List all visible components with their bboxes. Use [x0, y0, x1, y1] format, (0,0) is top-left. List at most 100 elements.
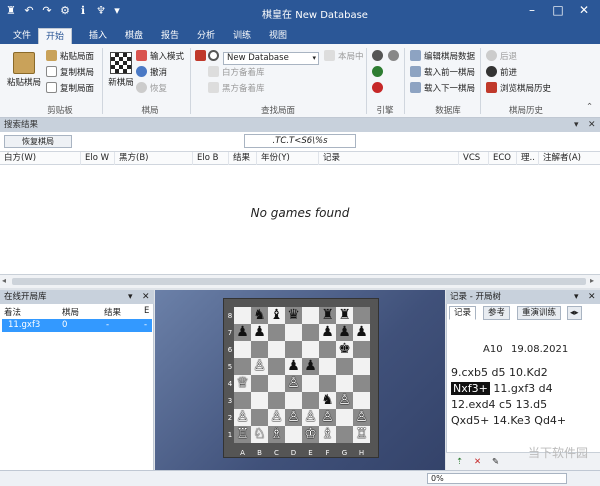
- tab-analysis[interactable]: 分析: [190, 28, 222, 44]
- chess-piece[interactable]: ♟: [234, 324, 251, 341]
- chess-piece[interactable]: ♞: [319, 392, 336, 409]
- board-square[interactable]: [302, 341, 319, 358]
- redo-button[interactable]: 恢复: [136, 82, 167, 97]
- close-icon[interactable]: ✕: [574, 3, 594, 17]
- tab-replay-training[interactable]: 重演训练: [517, 306, 562, 320]
- chess-piece[interactable]: ♜: [319, 307, 336, 324]
- board-square[interactable]: [319, 358, 336, 375]
- chess-piece[interactable]: ♙: [285, 375, 302, 392]
- board-square[interactable]: [336, 375, 353, 392]
- board-square[interactable]: [268, 392, 285, 409]
- history-forward-button[interactable]: 前进: [486, 66, 517, 81]
- board-square[interactable]: [302, 324, 319, 341]
- column-header[interactable]: 注解者(A): [538, 152, 581, 165]
- scroll-right-icon[interactable]: ▸: [590, 276, 594, 285]
- chess-piece[interactable]: ♞: [251, 307, 268, 324]
- chess-piece[interactable]: ♙: [302, 409, 319, 426]
- board-square[interactable]: [319, 375, 336, 392]
- board-square[interactable]: [336, 426, 353, 443]
- edit-game-data-button[interactable]: 编辑棋局数据: [410, 50, 475, 65]
- panel-close-icon[interactable]: ✕: [588, 118, 596, 132]
- pin-icon[interactable]: ♆: [94, 4, 108, 17]
- black-book-button[interactable]: 黑方备着库: [208, 82, 265, 97]
- chess-piece[interactable]: ♙: [336, 392, 353, 409]
- undo-icon[interactable]: ↶: [22, 4, 36, 17]
- load-next-game-button[interactable]: 载入下一棋局: [410, 82, 475, 97]
- chess-piece[interactable]: ♔: [302, 426, 319, 443]
- board-square[interactable]: [285, 392, 302, 409]
- input-mode-button[interactable]: 输入模式: [136, 50, 184, 65]
- column-header[interactable]: 结果: [104, 306, 121, 318]
- tab-scroll-icon[interactable]: ◂▸: [567, 306, 582, 320]
- chess-piece[interactable]: ♘: [251, 426, 268, 443]
- redo-icon[interactable]: ↷: [40, 4, 54, 17]
- board-square[interactable]: [353, 358, 370, 375]
- column-header[interactable]: E: [144, 306, 149, 316]
- chess-piece[interactable]: ♛: [285, 307, 302, 324]
- chess-piece[interactable]: ♟: [336, 324, 353, 341]
- board-square[interactable]: [234, 341, 251, 358]
- chess-piece[interactable]: ♚: [336, 341, 353, 358]
- column-header[interactable]: 白方(W): [0, 152, 36, 165]
- chess-piece[interactable]: ♙: [251, 358, 268, 375]
- board-square[interactable]: [336, 358, 353, 375]
- engine-icon[interactable]: [372, 50, 386, 65]
- board-square[interactable]: [319, 341, 336, 358]
- tab-home[interactable]: 开始: [38, 28, 73, 44]
- tab-view[interactable]: 视图: [262, 28, 294, 44]
- add-move-icon[interactable]: ⇡: [456, 455, 463, 470]
- board-square[interactable]: [268, 358, 285, 375]
- chess-piece[interactable]: ♟: [319, 324, 336, 341]
- column-header[interactable]: ECO: [488, 152, 511, 165]
- tab-notation[interactable]: 记录: [449, 306, 477, 320]
- column-header[interactable]: 黑方(B): [114, 152, 148, 165]
- move-line[interactable]: Qxd5+ 14.Ke3 Qd4+: [451, 414, 566, 427]
- paste-position-button[interactable]: 粘贴局面: [46, 50, 94, 65]
- engine-stop-icon[interactable]: [372, 82, 386, 97]
- board-square[interactable]: [268, 341, 285, 358]
- white-book-button[interactable]: 白方备着库: [208, 66, 265, 81]
- copy-game-button[interactable]: 复制棋局: [46, 66, 94, 81]
- panel-menu-icon[interactable]: ▾: [574, 118, 579, 132]
- board-square[interactable]: [353, 375, 370, 392]
- board-square[interactable]: [336, 409, 353, 426]
- chessboard[interactable]: 8 7 6 5 4 3 2 1 A B C D E F G H ♝ ♛ ♜ ♜ ♞ ♟ ♟ ♟ ♟ ♟ ♚ ♟ ♟ ♞ ♕ ♙ ♙ ♙ ♙ ♙ ♙ ♙ ♙ ♙…: [223, 298, 379, 458]
- board-square[interactable]: [251, 341, 268, 358]
- settings-icon[interactable]: ⚙: [58, 4, 72, 17]
- table-row[interactable]: 11.gxf3 0 - -: [2, 319, 152, 332]
- current-move[interactable]: Nxf3+: [451, 382, 490, 395]
- board-square[interactable]: [302, 307, 319, 324]
- annotate-icon[interactable]: ✎: [492, 455, 499, 470]
- column-header[interactable]: 结果: [228, 152, 250, 165]
- board-square[interactable]: [251, 375, 268, 392]
- board-square[interactable]: [353, 392, 370, 409]
- tab-reference[interactable]: 参考: [483, 306, 511, 320]
- chess-piece[interactable]: ♖: [353, 426, 370, 443]
- move-line[interactable]: 9.cxb5 d5 10.Kd2: [451, 366, 548, 379]
- column-header[interactable]: 记录: [318, 152, 340, 165]
- board-square[interactable]: [268, 324, 285, 341]
- chess-piece[interactable]: ♖: [234, 426, 251, 443]
- tab-training[interactable]: 训练: [226, 28, 258, 44]
- board-square[interactable]: [234, 307, 251, 324]
- tab-file[interactable]: 文件: [6, 28, 38, 44]
- board-square[interactable]: [285, 341, 302, 358]
- history-back-button[interactable]: 后退: [486, 50, 517, 65]
- panel-menu-icon[interactable]: ▾: [128, 290, 133, 304]
- undo-button[interactable]: 撤消: [136, 66, 167, 81]
- in-game-button[interactable]: 本局中: [324, 50, 364, 65]
- board-square[interactable]: [353, 341, 370, 358]
- column-header[interactable]: 年份(Y): [256, 152, 290, 165]
- board-square[interactable]: [285, 324, 302, 341]
- qat-dropdown-icon[interactable]: ▾: [110, 4, 124, 17]
- panel-menu-icon[interactable]: ▾: [574, 290, 579, 304]
- tab-board[interactable]: 棋盘: [118, 28, 150, 44]
- restore-game-button[interactable]: 恢复棋局: [4, 135, 72, 148]
- column-header[interactable]: 理..: [516, 152, 535, 165]
- chess-piece[interactable]: ♟: [353, 324, 370, 341]
- chess-piece[interactable]: ♗: [319, 426, 336, 443]
- copy-position-button[interactable]: 复制局面: [46, 82, 94, 97]
- board-square[interactable]: [251, 409, 268, 426]
- chess-piece[interactable]: ♝: [268, 307, 285, 324]
- chess-piece[interactable]: ♕: [234, 375, 251, 392]
